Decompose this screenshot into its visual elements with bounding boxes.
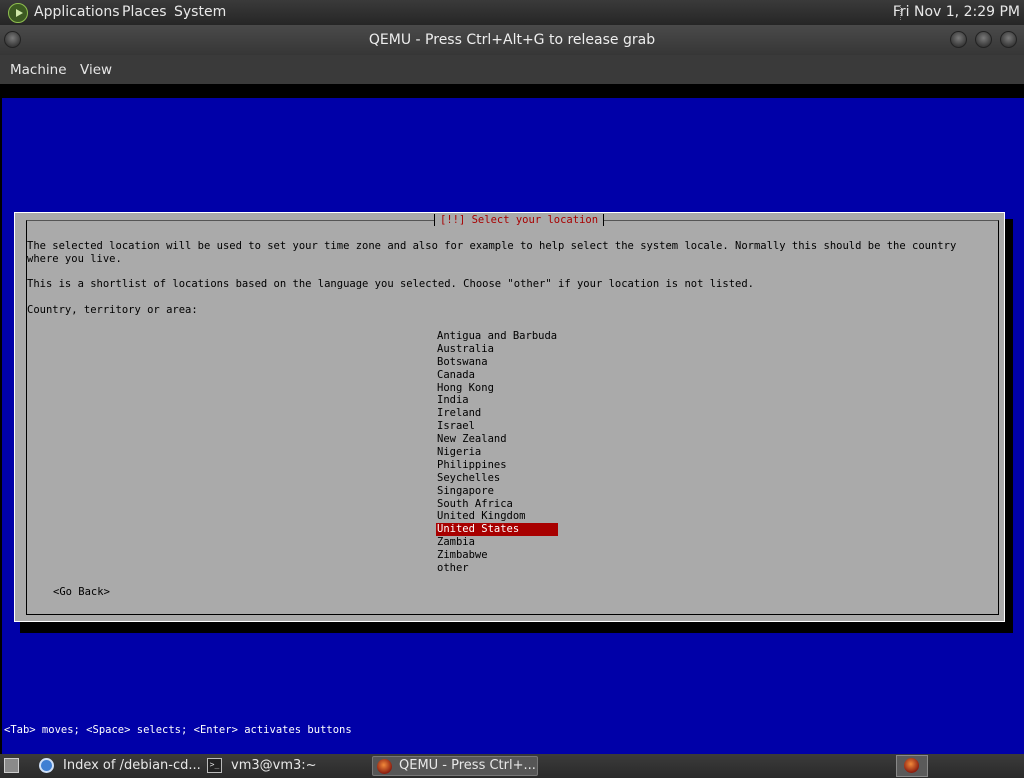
list-item[interactable]: South Africa — [436, 498, 558, 511]
menu-machine[interactable]: Machine — [10, 62, 67, 78]
list-item[interactable]: Zambia — [436, 536, 558, 549]
system-menu[interactable]: System — [174, 4, 226, 20]
window-titlebar[interactable]: QEMU - Press Ctrl+Alt+G to release grab — [0, 25, 1024, 55]
list-item[interactable]: New Zealand — [436, 433, 558, 446]
menubar: Machine View — [0, 55, 1024, 84]
places-menu[interactable]: Places — [122, 4, 167, 20]
list-item[interactable]: Hong Kong — [436, 382, 558, 395]
list-item[interactable]: Philippines — [436, 459, 558, 472]
list-item[interactable]: Ireland — [436, 407, 558, 420]
list-item[interactable]: Nigeria — [436, 446, 558, 459]
taskbar-item-label: Index of /debian-cd... — [63, 758, 201, 773]
location-description: The selected location will be used to se… — [27, 240, 957, 265]
taskbar-item-label: vm3@vm3:~ — [231, 758, 317, 773]
dialog-title: [!!] Select your location — [434, 213, 605, 227]
list-item[interactable]: Canada — [436, 369, 558, 382]
taskbar-item-browser[interactable]: Index of /debian-cd... — [36, 756, 201, 776]
country-prompt: Country, territory or area: — [27, 304, 198, 316]
go-back-button[interactable]: <Go Back> — [53, 586, 110, 598]
qemu-tray-icon — [904, 758, 919, 773]
taskbar-item-label: QEMU - Press Ctrl+... — [399, 758, 536, 773]
list-item[interactable]: Zimbabwe — [436, 549, 558, 562]
list-item[interactable]: Botswana — [436, 356, 558, 369]
top-panel: Applications Places System Fri Nov 1, 2:… — [0, 0, 1024, 25]
list-item[interactable]: Antigua and Barbuda — [436, 330, 558, 343]
tray-qemu[interactable] — [896, 755, 928, 777]
list-item[interactable]: United Kingdom — [436, 510, 558, 523]
menu-view[interactable]: View — [80, 62, 112, 78]
list-item[interactable]: India — [436, 394, 558, 407]
maximize-button[interactable] — [975, 31, 992, 48]
list-item[interactable]: Seychelles — [436, 472, 558, 485]
minimize-button[interactable] — [950, 31, 967, 48]
taskbar: Index of /debian-cd... >_ vm3@vm3:~ QEMU… — [0, 754, 1024, 778]
list-item[interactable]: other — [436, 562, 558, 575]
applications-menu[interactable]: Applications — [34, 4, 120, 20]
taskbar-item-terminal[interactable]: >_ vm3@vm3:~ — [204, 756, 366, 776]
main-menu-logo-icon[interactable] — [8, 3, 28, 23]
select-location-dialog: [!!] Select your location The selected l… — [14, 212, 1005, 622]
country-list[interactable]: Antigua and Barbuda Australia Botswana C… — [436, 330, 558, 575]
clock[interactable]: Fri Nov 1, 2:29 PM — [893, 4, 1020, 20]
browser-icon — [39, 758, 54, 773]
list-item[interactable]: Singapore — [436, 485, 558, 498]
help-line: <Tab> moves; <Space> selects; <Enter> ac… — [4, 724, 352, 736]
show-desktop-icon[interactable] — [4, 758, 19, 773]
terminal-icon: >_ — [207, 758, 222, 773]
window-title: QEMU - Press Ctrl+Alt+G to release grab — [368, 32, 656, 48]
close-button[interactable] — [1000, 31, 1017, 48]
list-item[interactable]: Israel — [436, 420, 558, 433]
taskbar-item-qemu[interactable]: QEMU - Press Ctrl+... — [372, 756, 538, 776]
list-item[interactable]: Australia — [436, 343, 558, 356]
shortlist-description: This is a shortlist of locations based o… — [27, 278, 754, 290]
qemu-icon — [377, 759, 392, 774]
list-item-selected[interactable]: United States — [436, 523, 558, 537]
